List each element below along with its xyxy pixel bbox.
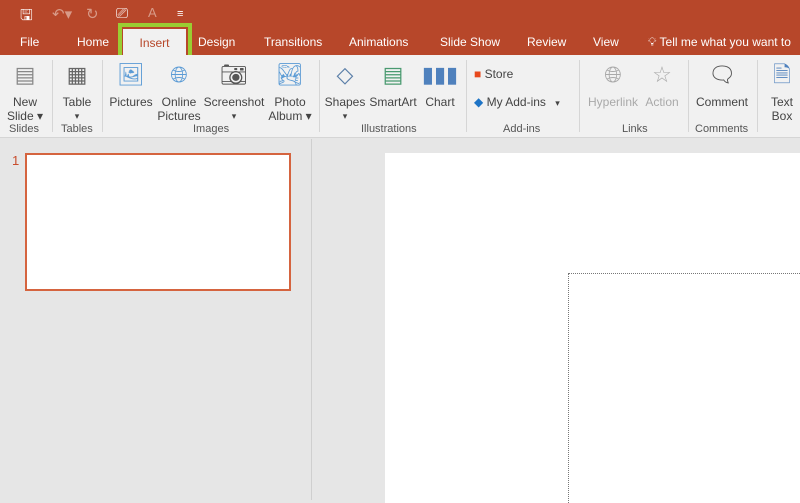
tab-slide-show[interactable]: Slide Show [440,35,500,49]
hyperlink-icon: 🌐︎ [604,62,622,87]
store-button[interactable]: ■ Store [474,67,513,81]
present-icon[interactable]: ⎚ [116,5,128,22]
chart-icon: ▮▮▮ [421,62,459,87]
tab-animations[interactable]: Animations [349,35,408,49]
font-icon[interactable]: A [148,5,157,20]
customize-icon[interactable]: ≡ [177,8,183,20]
tab-home[interactable]: Home [77,35,109,49]
undo-icon[interactable]: ↶▾ [52,5,72,23]
slide-number: 1 [12,153,20,168]
comment-icon: 🗨︎ [708,62,736,87]
comment-button[interactable]: 🗨︎ Comment [693,55,751,110]
table-button[interactable]: ▦ Table ▾ [57,55,97,123]
shapes-button[interactable]: ◇ Shapes ▾ [324,55,366,123]
tab-review[interactable]: Review [527,35,566,49]
photo-album-button[interactable]: 🏞︎ Photo Album ▾ [266,55,314,124]
pictures-button[interactable]: 🖼︎ Pictures [107,55,155,110]
group-label: Tables [61,123,93,135]
tab-view[interactable]: View [593,35,619,49]
text-box-button[interactable]: 🗎︎ Text Box [764,55,800,124]
store-icon: ■ [474,67,482,81]
group-label: Images [193,123,230,135]
new-slide-button[interactable]: ▤ New Slide ▾ [5,55,45,124]
tab-design[interactable]: Design [198,35,235,49]
chevron-down-icon: ▾ [555,98,560,108]
addins-icon: ◆ [474,95,484,109]
chart-button[interactable]: ▮▮▮ Chart [421,55,459,110]
redo-icon[interactable]: ↻ [86,5,99,23]
my-addins-button[interactable]: ◆ My Add-ins ▾ [474,95,560,109]
smartart-icon: ▤ [382,62,404,87]
group-label: Illustrations [361,123,417,135]
content-placeholder[interactable] [568,273,800,503]
table-icon: ▦ [66,62,88,87]
ribbon: ▤ New Slide ▾ Slides ▦ Table ▾ Tables 🖼︎ Pict… [0,55,800,138]
slide-thumbnail[interactable] [25,153,291,291]
hyperlink-button[interactable]: 🌐︎ Hyperlink [585,55,641,110]
tell-me-search[interactable]: 💡︎ Tell me what you want to [648,35,791,50]
shapes-icon: ◇ [336,62,354,87]
screenshot-button[interactable]: 📷︎ Screenshot ▾ [203,55,265,123]
lightbulb-icon: 💡︎ [648,35,657,49]
online-pictures-button[interactable]: 🌐︎ Online Pictures [156,55,202,124]
group-label: Links [622,123,648,135]
group-label: Comments [695,123,749,135]
screenshot-icon: 📷︎ [220,62,248,87]
photo-album-icon: 🏞︎ [276,62,304,87]
text-box-icon: 🗎︎ [773,62,791,87]
new-slide-icon: ▤ [14,62,36,87]
group-label: Slides [9,123,39,135]
tab-transitions[interactable]: Transitions [264,35,322,49]
action-icon: ☆ [652,62,672,87]
group-label: Add-ins [503,123,541,135]
tab-file[interactable]: File [20,35,39,49]
action-button[interactable]: ☆ Action [643,55,681,110]
online-pictures-icon: 🌐︎ [170,62,188,87]
smartart-button[interactable]: ▤ SmartArt [368,55,418,110]
pictures-icon: 🖼︎ [117,62,145,87]
save-icon[interactable]: 🖫 [20,5,33,30]
